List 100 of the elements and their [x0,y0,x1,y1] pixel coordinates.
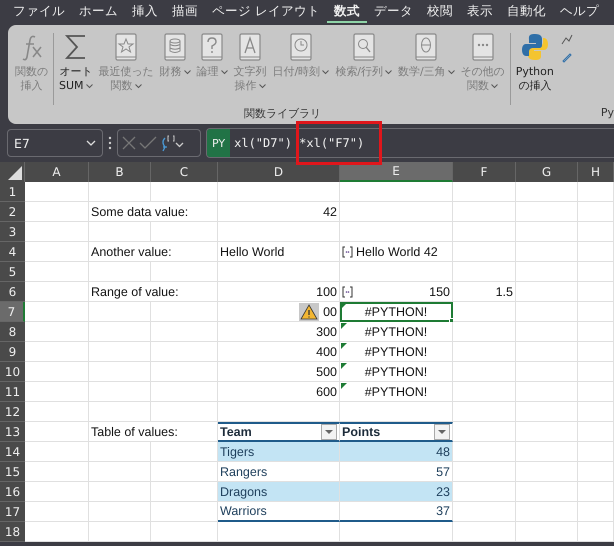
grid-cell[interactable] [516,242,578,262]
menu-tab[interactable]: 自動化 [500,1,553,23]
grid-cell[interactable] [578,282,614,302]
grid-cell[interactable] [516,282,578,302]
grid-cell[interactable] [453,242,516,262]
grid-cell[interactable]: Points [340,422,453,442]
menu-tab[interactable]: 数式 [326,1,367,23]
grid-cell[interactable] [578,442,614,462]
grid-cell[interactable] [516,522,578,542]
grid-cell[interactable] [151,362,218,382]
more-icon[interactable] [108,136,112,150]
menu-tab[interactable]: ホーム [72,1,125,23]
grid-cell[interactable]: #PYTHON! [340,342,453,362]
grid-cell[interactable] [340,202,453,222]
grid-cell[interactable] [218,262,340,282]
grid-cell[interactable] [516,402,578,422]
grid-cell[interactable] [578,522,614,542]
column-header[interactable]: H [578,162,614,182]
grid-cell[interactable]: #PYTHON! [340,302,453,322]
grid-cell[interactable] [151,342,218,362]
ribbon-button[interactable]: Python の挿入 [512,29,557,95]
menu-tab[interactable]: ファイル [6,1,72,23]
grid-cell[interactable] [453,422,516,442]
grid-cell[interactable]: Warriors [218,502,340,522]
grid-cell[interactable] [340,222,453,242]
grid-cell[interactable] [516,202,578,222]
grid-cell[interactable] [578,422,614,442]
grid-cell[interactable] [516,502,578,522]
ribbon-button[interactable]: オート SUM [56,29,96,95]
grid-cell[interactable]: Some data value: [89,202,218,222]
grid-cell[interactable]: #PYTHON! [340,322,453,342]
column-header[interactable]: D [218,162,340,182]
grid-cell[interactable] [453,442,516,462]
grid-cell[interactable] [453,262,516,282]
column-header[interactable]: A [25,162,89,182]
grid-cell[interactable] [578,222,614,242]
grid-cell[interactable] [340,262,453,282]
grid-cell[interactable]: 500 [218,362,340,382]
grid-cell[interactable] [453,502,516,522]
grid-cell[interactable] [516,322,578,342]
filter-dropdown-icon[interactable] [321,424,337,440]
grid-cell[interactable] [89,322,151,342]
grid-cell[interactable] [89,182,151,202]
row-header[interactable]: 3 [0,222,25,242]
grid-cell[interactable] [89,362,151,382]
row-header[interactable]: 6 [0,282,25,302]
grid-cell[interactable] [25,182,89,202]
grid-cell[interactable] [516,182,578,202]
formula-field[interactable]: PY xl("D7") *xl("F7") [206,128,614,158]
menu-tab[interactable]: 描画 [165,1,205,23]
row-header[interactable]: 17 [0,502,25,522]
grid-cell[interactable] [89,222,151,242]
grid-cell[interactable] [578,462,614,482]
grid-cell[interactable] [340,402,453,422]
grid-cell[interactable] [89,522,151,542]
grid-cell[interactable] [25,522,89,542]
grid-cell[interactable] [89,442,151,462]
row-header[interactable]: 7 [0,302,25,322]
grid-cell[interactable] [578,242,614,262]
grid-cell[interactable] [578,502,614,522]
grid-cell[interactable]: Dragons [218,482,340,502]
grid-cell[interactable]: 100 [218,282,340,302]
grid-cell[interactable] [25,402,89,422]
column-header[interactable]: C [151,162,218,182]
menu-tab[interactable]: 表示 [460,1,500,23]
name-box[interactable]: E7 [7,129,103,157]
grid-cell[interactable]: Team [218,422,340,442]
row-header[interactable]: 12 [0,402,25,422]
grid-cell[interactable] [218,222,340,242]
grid-cell[interactable]: Tigers [218,442,340,462]
grid-cell[interactable] [25,342,89,362]
grid-cell[interactable] [453,362,516,382]
grid-cell[interactable] [516,342,578,362]
grid-cell[interactable]: 23 [340,482,453,502]
menu-tab[interactable]: 挿入 [125,1,165,23]
grid-cell[interactable] [516,462,578,482]
grid-cell[interactable] [89,482,151,502]
grid-cell[interactable]: Hello World [218,242,340,262]
grid-cell[interactable]: 1.5 [453,282,516,302]
grid-cell[interactable] [516,262,578,282]
grid-cell[interactable] [340,182,453,202]
row-header[interactable]: 2 [0,202,25,222]
grid-cell[interactable] [453,182,516,202]
grid-cell[interactable]: 00 [218,302,340,322]
grid-cell[interactable] [453,302,516,322]
grid-cell[interactable] [89,342,151,362]
grid-cell[interactable] [25,262,89,282]
grid-cell[interactable]: 48 [340,442,453,462]
row-header[interactable]: 15 [0,462,25,482]
row-header[interactable]: 9 [0,342,25,362]
menu-tab[interactable]: ページ レイアウト [205,1,327,23]
grid-cell[interactable] [151,502,218,522]
grid-cell[interactable] [89,382,151,402]
grid-cell[interactable]: 600 [218,382,340,402]
grid-cell[interactable] [25,482,89,502]
row-header[interactable]: 18 [0,522,25,542]
grid-cell[interactable] [25,442,89,462]
grid-cell[interactable] [453,462,516,482]
grid-cell[interactable] [578,302,614,322]
row-header[interactable]: 8 [0,322,25,342]
